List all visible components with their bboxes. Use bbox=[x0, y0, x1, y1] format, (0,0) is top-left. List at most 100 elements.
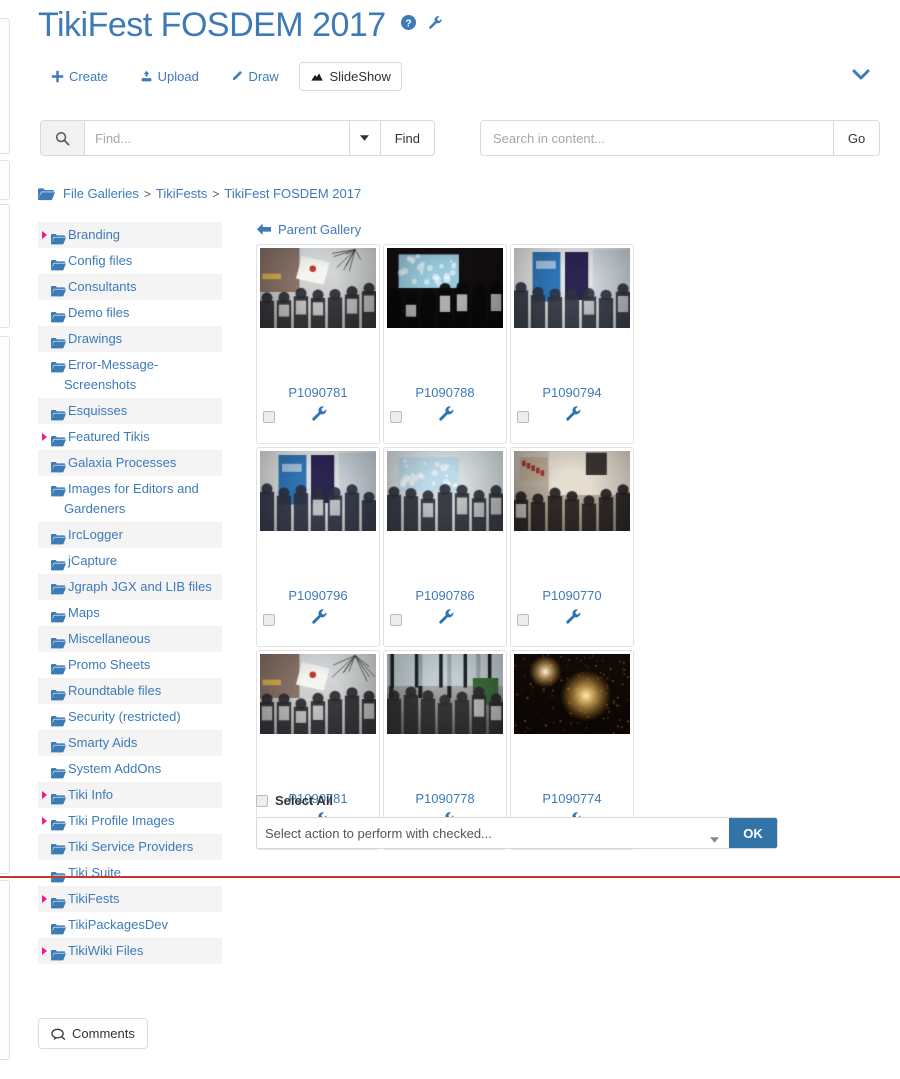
gallery-thumbnail[interactable] bbox=[387, 451, 503, 531]
gallery-thumbnail[interactable] bbox=[514, 654, 630, 734]
select-file-checkbox[interactable] bbox=[263, 614, 275, 626]
sidebar-item[interactable]: Consultants bbox=[38, 274, 222, 300]
sidebar-item-label: Esquisses bbox=[68, 403, 127, 418]
gallery-item-name[interactable]: P1090770 bbox=[511, 588, 633, 603]
sidebar-item[interactable]: Error-Message-Screenshots bbox=[38, 352, 222, 398]
bulk-action-select[interactable]: Select action to perform with checked... bbox=[257, 818, 729, 848]
wrench-icon[interactable] bbox=[565, 608, 582, 628]
sidebar-item[interactable]: Images for Editors and Gardeners bbox=[38, 476, 222, 522]
select-file-checkbox[interactable] bbox=[517, 411, 529, 423]
gallery-item-card[interactable]: P1090786 bbox=[383, 447, 507, 647]
sidebar-item[interactable]: TikiPackagesDev bbox=[38, 912, 222, 938]
gallery-item-name[interactable]: P1090794 bbox=[511, 385, 633, 400]
expand-arrow-icon[interactable] bbox=[42, 895, 47, 903]
gallery-item-name[interactable]: P1090788 bbox=[384, 385, 506, 400]
wrench-icon[interactable] bbox=[311, 405, 328, 425]
comments-button[interactable]: Comments bbox=[38, 1018, 148, 1049]
breadcrumb: File Galleries>TikiFests>TikiFest FOSDEM… bbox=[38, 186, 361, 201]
breadcrumb-item-2[interactable]: TikiFest FOSDEM 2017 bbox=[224, 186, 361, 201]
sidebar-item[interactable]: Demo files bbox=[38, 300, 222, 326]
expand-arrow-icon[interactable] bbox=[42, 817, 47, 825]
expand-arrow-icon[interactable] bbox=[42, 231, 47, 239]
create-button[interactable]: Create bbox=[40, 62, 119, 91]
gallery-item-name[interactable]: P1090786 bbox=[384, 588, 506, 603]
gallery-thumbnail[interactable] bbox=[260, 654, 376, 734]
find-input[interactable] bbox=[85, 121, 349, 155]
sidebar-item-label: Images for Editors and Gardeners bbox=[64, 481, 199, 516]
gallery-tree: Branding Config filesConsultantsDemo file… bbox=[38, 222, 222, 964]
select-file-checkbox[interactable] bbox=[263, 411, 275, 423]
expand-arrow-icon[interactable] bbox=[42, 433, 47, 441]
sidebar-item[interactable]: Tiki Service Providers bbox=[38, 834, 222, 860]
gallery-thumbnail[interactable] bbox=[514, 248, 630, 328]
wrench-icon[interactable] bbox=[311, 608, 328, 628]
wrench-icon[interactable] bbox=[565, 405, 582, 425]
gallery-thumbnail[interactable] bbox=[260, 451, 376, 531]
gallery-item-card[interactable]: P1090796 bbox=[256, 447, 380, 647]
gallery-thumbnail[interactable] bbox=[387, 248, 503, 328]
select-all-checkbox[interactable] bbox=[256, 795, 268, 807]
gallery-item-name[interactable]: P1090778 bbox=[384, 791, 506, 806]
gallery-item-card[interactable]: P1090770 bbox=[510, 447, 634, 647]
sidebar-item[interactable]: Promo Sheets bbox=[38, 652, 222, 678]
sidebar-item[interactable]: System AddOns bbox=[38, 756, 222, 782]
select-file-checkbox[interactable] bbox=[517, 614, 529, 626]
sidebar-item-label: System AddOns bbox=[68, 761, 161, 776]
sidebar-item[interactable]: Maps bbox=[38, 600, 222, 626]
gallery-item-name[interactable]: P1090774 bbox=[511, 791, 633, 806]
gallery-item-card[interactable]: P1090794 bbox=[510, 244, 634, 444]
find-dropdown-toggle[interactable] bbox=[349, 121, 381, 155]
gallery-thumbnail[interactable] bbox=[514, 451, 630, 531]
sidebar-item[interactable]: Miscellaneous bbox=[38, 626, 222, 652]
sidebar-item[interactable]: Galaxia Processes bbox=[38, 450, 222, 476]
sidebar-item-label: Featured Tikis bbox=[68, 429, 150, 444]
gallery-toolbar: Create Upload Draw SlideShow bbox=[40, 62, 880, 100]
sidebar-item[interactable]: Drawings bbox=[38, 326, 222, 352]
sidebar-item-label: TikiFests bbox=[68, 891, 120, 906]
find-button[interactable]: Find bbox=[381, 121, 434, 155]
gallery-item-card[interactable]: P1090788 bbox=[383, 244, 507, 444]
select-file-checkbox[interactable] bbox=[390, 411, 402, 423]
sidebar-item[interactable]: Security (restricted) bbox=[38, 704, 222, 730]
slideshow-button[interactable]: SlideShow bbox=[299, 62, 401, 91]
wrench-icon[interactable] bbox=[428, 14, 451, 29]
chevron-down-icon[interactable] bbox=[852, 68, 870, 85]
go-button[interactable]: Go bbox=[833, 121, 879, 155]
sidebar-item[interactable]: Tiki Profile Images bbox=[38, 808, 222, 834]
sidebar-item[interactable]: Esquisses bbox=[38, 398, 222, 424]
gallery-item-card[interactable]: P1090781 bbox=[256, 244, 380, 444]
sidebar-item[interactable]: Featured Tikis bbox=[38, 424, 222, 450]
expand-arrow-icon[interactable] bbox=[42, 791, 47, 799]
breadcrumb-item-0[interactable]: File Galleries bbox=[63, 186, 139, 201]
gallery-thumbnail[interactable] bbox=[387, 654, 503, 734]
gallery-item-name[interactable]: P1090796 bbox=[257, 588, 379, 603]
sidebar-item[interactable]: IrcLogger bbox=[38, 522, 222, 548]
wrench-icon[interactable] bbox=[438, 608, 455, 628]
sidebar-item[interactable]: Branding bbox=[38, 222, 222, 248]
content-search-input[interactable] bbox=[481, 121, 833, 155]
draw-label: Draw bbox=[248, 69, 278, 84]
question-circle-icon[interactable]: ? bbox=[401, 14, 428, 29]
sidebar-item-label: Branding bbox=[68, 227, 120, 242]
sidebar-item[interactable]: TikiWiki Files bbox=[38, 938, 222, 964]
parent-gallery-link[interactable]: Parent Gallery bbox=[256, 222, 361, 237]
expand-arrow-icon[interactable] bbox=[42, 947, 47, 955]
sidebar-item[interactable]: Config files bbox=[38, 248, 222, 274]
sidebar-item[interactable]: Jgraph JGX and LIB files bbox=[38, 574, 222, 600]
select-file-checkbox[interactable] bbox=[390, 614, 402, 626]
upload-button[interactable]: Upload bbox=[129, 62, 210, 91]
bulk-action-placeholder: Select action to perform with checked... bbox=[265, 826, 492, 841]
gallery-thumbnail[interactable] bbox=[260, 248, 376, 328]
sidebar-item[interactable]: Smarty Aids bbox=[38, 730, 222, 756]
sidebar-item[interactable]: Roundtable files bbox=[38, 678, 222, 704]
breadcrumb-item-1[interactable]: TikiFests bbox=[156, 186, 208, 201]
sidebar-item[interactable]: jCapture bbox=[38, 548, 222, 574]
search-row: Find Go bbox=[40, 120, 880, 156]
sidebar-item[interactable]: Tiki Info bbox=[38, 782, 222, 808]
wrench-icon[interactable] bbox=[438, 405, 455, 425]
gallery-item-name[interactable]: P1090781 bbox=[257, 385, 379, 400]
sidebar-item[interactable]: Tiki Suite bbox=[38, 860, 222, 886]
sidebar-item[interactable]: TikiFests bbox=[38, 886, 222, 912]
draw-button[interactable]: Draw bbox=[219, 62, 289, 91]
ok-button[interactable]: OK bbox=[729, 818, 777, 848]
